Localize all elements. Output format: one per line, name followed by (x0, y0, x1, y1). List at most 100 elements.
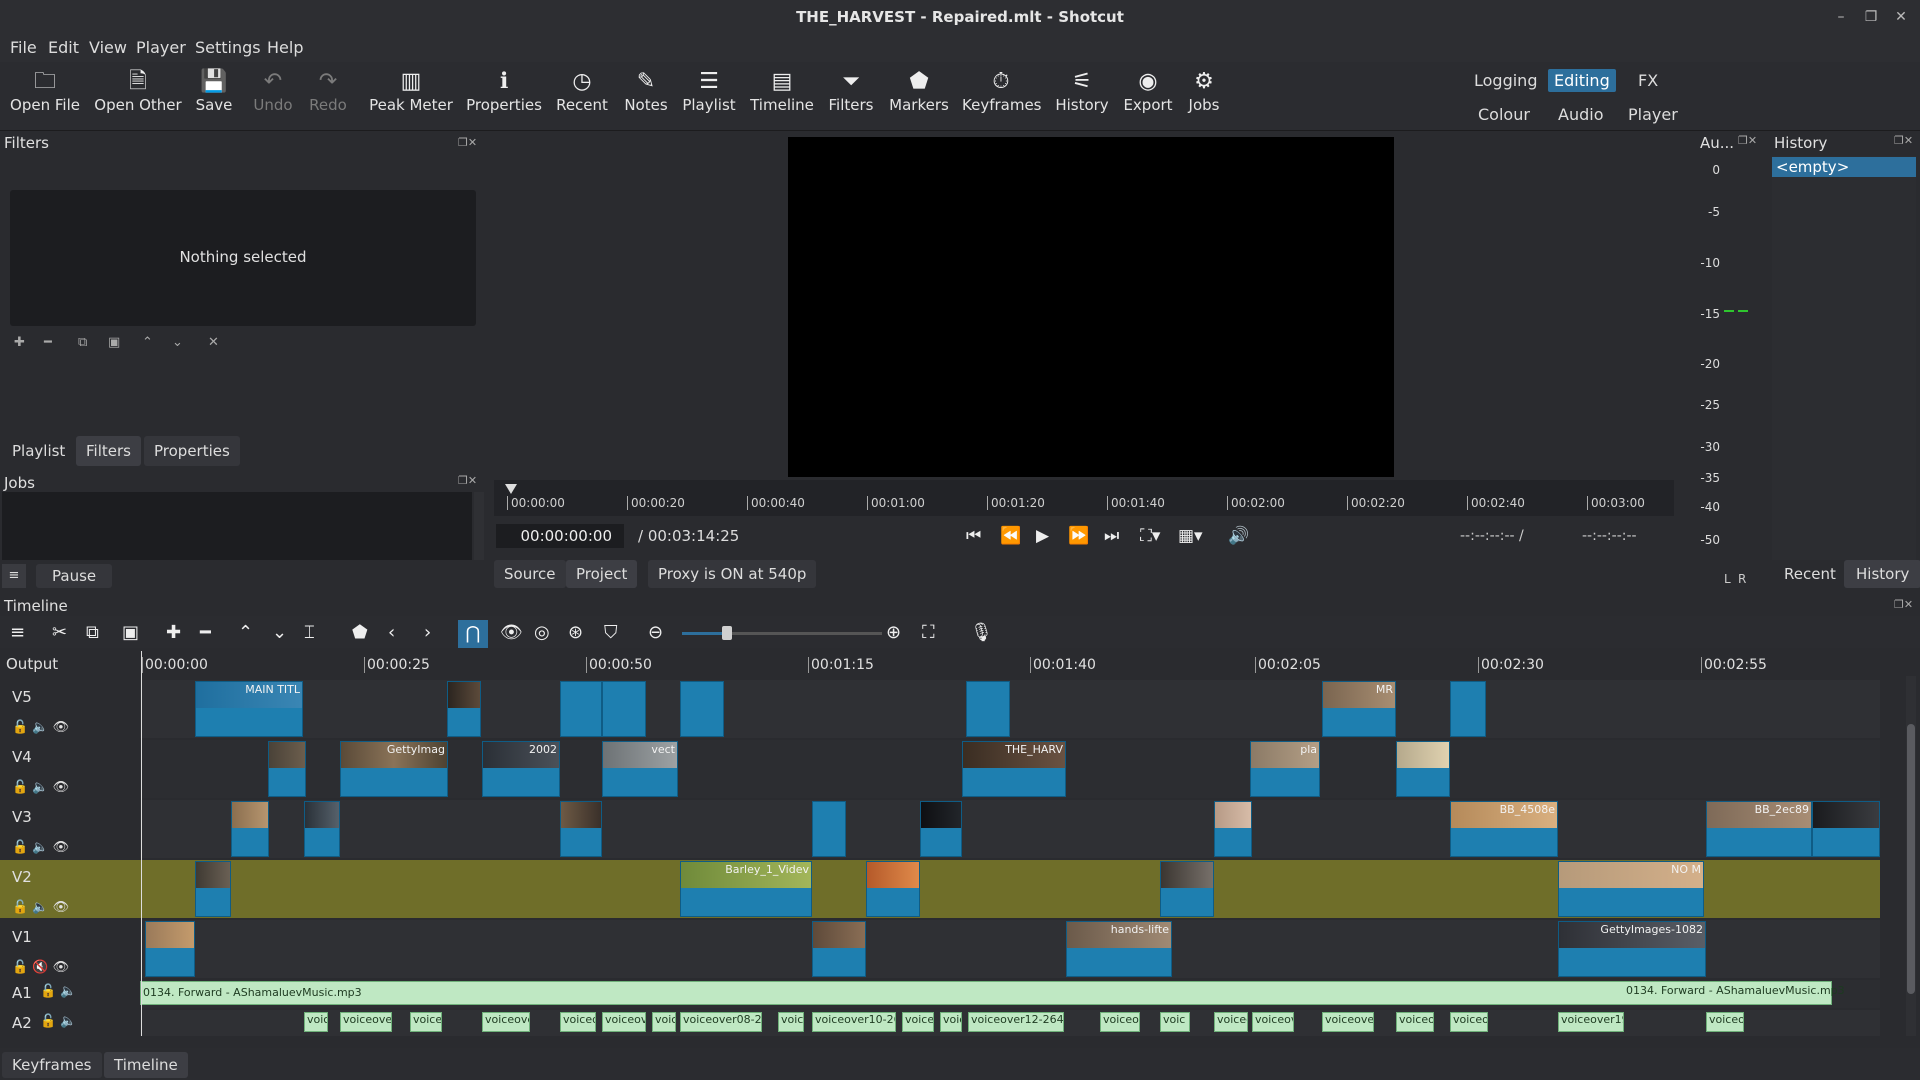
tab-playlist[interactable]: Playlist (2, 438, 75, 464)
copy-filter-icon[interactable]: ⧉ (78, 335, 87, 350)
jobs-menu-icon[interactable]: ≡ (2, 564, 26, 588)
save-button[interactable]: 💾 Save (194, 68, 234, 126)
menu-view[interactable]: View (89, 38, 127, 57)
jobs-button[interactable]: ⚙ Jobs (1186, 68, 1222, 126)
float-icon[interactable]: ❐✕ (1894, 134, 1913, 147)
video-clip[interactable] (1812, 801, 1880, 857)
video-clip[interactable]: BB_4508e (1450, 801, 1558, 857)
menu-edit[interactable]: Edit (48, 38, 79, 57)
next-marker-icon[interactable]: › (424, 622, 431, 643)
audio-clip[interactable]: voiceover12-2645 (968, 1012, 1064, 1032)
video-clip[interactable]: MAIN TITL (195, 681, 303, 737)
layout-editing[interactable]: Editing (1548, 69, 1616, 92)
audio-clip[interactable]: voiceover (340, 1012, 392, 1032)
source-tab[interactable]: Source (494, 560, 566, 588)
float-icon[interactable]: ❐✕ (458, 136, 477, 149)
audio-clip[interactable]: voiceov (1252, 1012, 1294, 1032)
volume-icon[interactable]: 🔊 (1228, 526, 1249, 546)
export-button[interactable]: ◉ Export (1122, 68, 1174, 126)
timeline-scrollbar-thumb[interactable] (1907, 724, 1915, 994)
layout-fx[interactable]: FX (1632, 69, 1664, 92)
track-controls-v3[interactable]: 🔓 🔈 👁 (12, 840, 69, 855)
minimize-icon[interactable]: – (1832, 8, 1850, 26)
copy-icon[interactable]: ⧉ (86, 622, 99, 643)
history-item[interactable]: <empty> (1772, 157, 1916, 177)
video-clip[interactable] (966, 681, 1010, 737)
open-file-button[interactable]: 🗀 Open File (10, 68, 80, 126)
paste-icon[interactable]: ▣ (122, 622, 139, 643)
redo-button[interactable]: ↷ Redo (308, 68, 348, 126)
marker-icon[interactable]: ⬟ (352, 622, 368, 643)
timeline-button[interactable]: ▤ Timeline (750, 68, 814, 126)
audio-clip[interactable]: voic (940, 1012, 962, 1032)
float-icon[interactable]: ❐✕ (1738, 134, 1757, 147)
properties-button[interactable]: ℹ Properties (466, 68, 542, 126)
tab-timeline[interactable]: Timeline (104, 1052, 188, 1078)
video-clip[interactable] (812, 921, 866, 977)
tab-properties[interactable]: Properties (144, 436, 240, 466)
track-v5[interactable] (140, 680, 1880, 738)
zoom-fit-icon[interactable]: ⛶▾ (1140, 526, 1160, 546)
audio-clip[interactable]: voiced (560, 1012, 596, 1032)
video-clip[interactable]: MR (1322, 681, 1396, 737)
video-clip[interactable]: 2002 (482, 741, 560, 797)
fast-forward-icon[interactable]: ⏩ (1068, 526, 1089, 546)
audio-clip[interactable]: voiceov (1100, 1012, 1140, 1032)
audio-clip[interactable]: 0134. Forward - AShamaluevMusic.mp3 (140, 981, 1832, 1005)
move-down-icon[interactable]: ⌄ (172, 335, 183, 350)
play-icon[interactable]: ▶ (1036, 526, 1049, 546)
ripple-icon[interactable]: ◎ (534, 622, 550, 643)
audio-clip[interactable]: voiceover (1322, 1012, 1374, 1032)
track-controls-a1[interactable]: 🔓 🔈 (40, 984, 77, 999)
timeline-playhead[interactable] (141, 651, 142, 1036)
add-filter-icon[interactable]: ✚ (14, 335, 25, 350)
snap-icon[interactable]: ⋂ (458, 620, 488, 648)
overwrite-icon[interactable]: ⌄ (272, 622, 287, 643)
video-clip[interactable] (1396, 741, 1450, 797)
layout-player[interactable]: Player (1622, 103, 1684, 126)
video-clip[interactable] (560, 681, 602, 737)
track-controls-v1[interactable]: 🔓 🔇 👁 (12, 960, 69, 975)
audio-clip[interactable]: voiceove (482, 1012, 530, 1032)
pause-button[interactable]: Pause (36, 564, 113, 588)
video-clip[interactable]: GettyImages-1082 (1558, 921, 1706, 977)
skip-next-icon[interactable]: ⏭ (1104, 526, 1119, 546)
audio-clip[interactable]: voiced (902, 1012, 934, 1032)
ripple-delete-icon[interactable]: ━ (200, 622, 211, 643)
previous-marker-icon[interactable]: ‹ (388, 622, 395, 643)
video-clip[interactable] (447, 681, 481, 737)
zoom-fit-timeline-icon[interactable]: ⛶ (922, 622, 935, 643)
peak-meter-button[interactable]: ▥ Peak Meter (368, 68, 454, 126)
audio-clip[interactable]: voiceo (1450, 1012, 1488, 1032)
track-controls-a2[interactable]: 🔓 🔈 (40, 1014, 77, 1029)
playhead-icon[interactable] (505, 484, 517, 494)
video-clip[interactable] (560, 801, 602, 857)
audio-clip[interactable]: voic (652, 1012, 676, 1032)
timecode-input[interactable]: 00:00:00:00 (496, 524, 624, 548)
audio-clip[interactable]: voiceover08-26 (680, 1012, 762, 1032)
recent-tab[interactable]: Recent (1772, 560, 1848, 588)
jobs-scrollbar[interactable] (474, 492, 484, 560)
scrub-icon[interactable]: 👁 (500, 622, 523, 643)
video-clip[interactable] (231, 801, 269, 857)
audio-clip[interactable]: voiceover19 (1558, 1012, 1624, 1032)
audio-clip[interactable]: voiceov (1396, 1012, 1434, 1032)
tab-filters[interactable]: Filters (76, 436, 141, 466)
deselect-icon[interactable]: ✕ (208, 335, 219, 350)
audio-clip[interactable]: voiceove (602, 1012, 646, 1032)
rewind-icon[interactable]: ⏪ (1000, 526, 1021, 546)
video-clip[interactable] (268, 741, 306, 797)
ripple-all-icon[interactable]: ⊛ (568, 622, 583, 643)
layout-audio[interactable]: Audio (1552, 103, 1609, 126)
filters-button[interactable]: ⏷ Filters (826, 68, 876, 126)
lift-icon[interactable]: ⌃ (238, 622, 253, 643)
undo-button[interactable]: ↶ Undo (252, 68, 294, 126)
project-tab[interactable]: Project (566, 560, 638, 588)
audio-clip[interactable]: voic (304, 1012, 328, 1032)
track-v3[interactable] (140, 800, 1880, 858)
grid-icon[interactable]: ▦▾ (1178, 526, 1203, 546)
move-up-icon[interactable]: ⌃ (142, 335, 153, 350)
video-clip[interactable] (812, 801, 846, 857)
video-clip[interactable] (1450, 681, 1486, 737)
video-clip[interactable] (1160, 861, 1214, 917)
